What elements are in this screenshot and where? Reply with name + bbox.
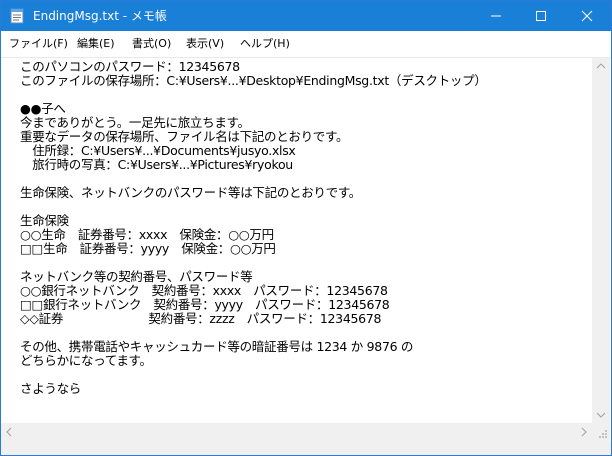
text-line: 旅行時の写真：C:¥Users¥...¥Pictures¥ryokou xyxy=(20,157,293,172)
horizontal-scrollbar[interactable] xyxy=(1,423,592,441)
resize-grip[interactable] xyxy=(592,423,610,441)
text-line: □□生命 証券番号：yyyy 保険金：○○万円 xyxy=(20,241,276,256)
chevron-down-icon xyxy=(596,412,606,418)
minimize-button[interactable] xyxy=(474,1,518,31)
chevron-right-icon xyxy=(581,427,587,437)
scroll-down-button[interactable] xyxy=(592,406,610,423)
scroll-left-button[interactable] xyxy=(1,423,18,441)
maximize-button[interactable] xyxy=(519,1,563,31)
notepad-icon xyxy=(10,8,24,24)
maximize-icon xyxy=(536,11,546,21)
text-line: ●●子へ xyxy=(20,101,66,116)
text-line: このパソコンのパスワード：12345678 xyxy=(20,59,240,74)
close-icon xyxy=(581,10,593,22)
text-line: ○○銀行ネットバンク 契約番号：xxxx パスワード：12345678 xyxy=(20,283,388,298)
text-line: ◇◇証券 契約番号：zzzz パスワード：12345678 xyxy=(20,311,382,326)
text-line: その他、携帯電話やキャッシュカード等の暗証番号は 1234 か 9876 の xyxy=(20,339,414,354)
vertical-scrollbar[interactable] xyxy=(592,58,610,423)
text-line: ネットバンク等の契約番号、パスワード等 xyxy=(20,269,253,284)
text-line: □□銀行ネットバンク 契約番号：yyyy パスワード：12345678 xyxy=(20,297,390,312)
text-line: 住所録：C:¥Users¥...¥Documents¥jusyo.xlsx xyxy=(20,143,296,158)
text-line: 生命保険 xyxy=(20,213,69,228)
title-bar[interactable]: EndingMsg.txt - メモ帳 xyxy=(1,1,611,31)
chevron-up-icon xyxy=(596,63,606,69)
menu-bar: ファイル(F) 編集(E) 書式(O) 表示(V) ヘルプ(H) xyxy=(1,31,611,58)
window-bottom-edge xyxy=(1,441,611,455)
menu-file[interactable]: ファイル(F) xyxy=(9,36,68,52)
text-line: さようなら xyxy=(20,381,82,396)
text-line: 生命保険、ネットバンクのパスワード等は下記のとおりです。 xyxy=(20,185,361,200)
minimize-icon xyxy=(491,15,501,17)
scroll-right-button[interactable] xyxy=(575,423,592,441)
text-editor[interactable]: このパソコンのパスワード：12345678 このファイルの保存場所：C:¥Use… xyxy=(1,58,592,423)
text-line: ○○生命 証券番号：xxxx 保険金：○○万円 xyxy=(20,227,274,242)
menu-help[interactable]: ヘルプ(H) xyxy=(240,36,290,52)
grip-icon xyxy=(599,430,607,438)
menu-view[interactable]: 表示(V) xyxy=(186,36,224,52)
text-line: 今までありがとう。一足先に旅立ちます。 xyxy=(20,115,250,130)
scroll-up-button[interactable] xyxy=(592,58,610,75)
text-line: このファイルの保存場所：C:¥Users¥...¥Desktop¥EndingM… xyxy=(20,73,487,88)
text-line: 重要なデータの保存場所、ファイル名は下記のとおりです。 xyxy=(20,129,349,144)
notepad-window: EndingMsg.txt - メモ帳 ファイル(F) 編集(E) 書式(O) … xyxy=(0,0,612,456)
window-title: EndingMsg.txt - メモ帳 xyxy=(33,9,167,23)
text-line: どちらかになってます。 xyxy=(20,353,152,368)
menu-format[interactable]: 書式(O) xyxy=(132,36,171,52)
menu-edit[interactable]: 編集(E) xyxy=(77,36,115,52)
close-button[interactable] xyxy=(565,1,611,31)
chevron-left-icon xyxy=(6,427,12,437)
